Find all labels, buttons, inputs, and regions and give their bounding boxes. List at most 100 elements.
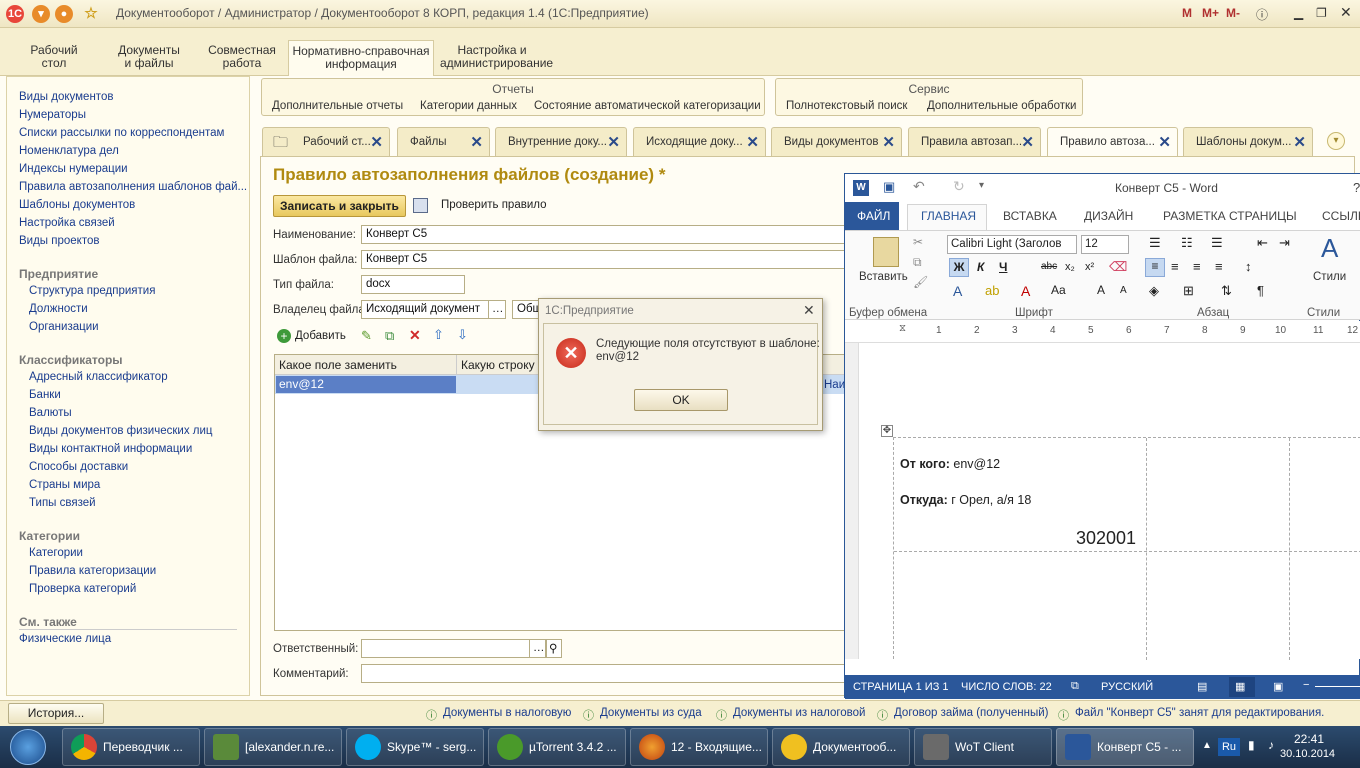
move-down-icon[interactable]: ⇩ — [457, 327, 468, 343]
section-admin[interactable]: Настройка и администрирование — [440, 44, 553, 70]
taskbar-item[interactable]: Конверт С5 - ... — [1056, 728, 1194, 766]
taskbar-item[interactable]: µTorrent 3.4.2 ... — [488, 728, 626, 766]
check-rule-button[interactable]: Проверить правило — [441, 199, 547, 211]
history-link[interactable]: Документы из суда — [600, 707, 702, 719]
nav-link[interactable]: Способы доставки — [29, 461, 128, 473]
superscript-icon[interactable]: x² — [1085, 261, 1094, 273]
nav-link[interactable]: Правила категоризации — [29, 565, 156, 577]
save-icon[interactable]: ▣ — [883, 179, 895, 195]
multilevel-list-icon[interactable]: ☰ — [1211, 235, 1223, 251]
indent-marker-icon[interactable]: ⧖ — [899, 323, 906, 334]
table-cell[interactable]: env@12 — [276, 376, 456, 393]
tab-doc-templates[interactable]: Шаблоны докум... ✕ — [1183, 127, 1313, 156]
nav-link[interactable]: Настройка связей — [19, 217, 115, 229]
help-icon[interactable]: ? — [1353, 180, 1360, 195]
memory-plus-button[interactable]: M+ — [1202, 6, 1219, 20]
close-tab-icon[interactable]: ✕ — [1293, 133, 1306, 151]
column-header[interactable]: Какое поле заменить — [279, 358, 397, 372]
align-center-icon[interactable]: ≡ — [1171, 259, 1179, 274]
pilcrow-icon[interactable]: ¶ — [1257, 283, 1264, 298]
sort-icon[interactable]: ⇅ — [1221, 283, 1232, 299]
web-layout-icon[interactable]: ▣ — [1273, 680, 1283, 693]
format-painter-icon[interactable]: 🖌 — [913, 275, 928, 289]
grow-font-icon[interactable]: A — [1097, 283, 1105, 297]
history-link[interactable]: Договор займа (полученный) — [894, 707, 1048, 719]
highlight-icon[interactable]: ab — [985, 283, 999, 298]
service-link[interactable]: Дополнительные обработки — [927, 100, 1076, 112]
move-up-icon[interactable]: ⇧ — [433, 327, 444, 343]
nav-link[interactable]: Типы связей — [29, 497, 96, 509]
shading-icon[interactable]: ◈ — [1149, 283, 1159, 299]
network-icon[interactable]: ▮ — [1248, 738, 1255, 752]
word-tab-insert[interactable]: ВСТАВКА — [1003, 209, 1057, 223]
report-link[interactable]: Состояние автоматической категоризации — [534, 100, 761, 112]
close-tab-icon[interactable]: ✕ — [470, 133, 483, 151]
service-link[interactable]: Полнотекстовый поиск — [786, 100, 907, 112]
responsible-field[interactable] — [361, 639, 531, 658]
taskbar-item[interactable]: Переводчик ... — [62, 728, 200, 766]
font-size-select[interactable]: 12 — [1081, 235, 1129, 254]
italic-icon[interactable]: К — [977, 260, 984, 274]
clock-date[interactable]: 30.10.2014 — [1280, 748, 1335, 760]
ok-button[interactable]: OK — [634, 389, 728, 411]
nav-link[interactable]: Шаблоны документов — [19, 199, 135, 211]
nav-link[interactable]: Правила автозаполнения шаблонов фай... — [19, 181, 247, 193]
paste-button[interactable]: Вставить — [859, 271, 908, 283]
styles-button[interactable]: Стили — [1313, 271, 1346, 283]
zoom-slider[interactable] — [1315, 686, 1360, 687]
section-documents[interactable]: Документы и файлы — [110, 44, 188, 70]
nav-link[interactable]: Валюты — [29, 407, 72, 419]
taskbar-item[interactable]: 12 - Входящие... — [630, 728, 768, 766]
circle-icon[interactable]: ● — [55, 5, 73, 23]
owner-select-button[interactable]: … — [488, 300, 506, 319]
menu-icon[interactable]: ▾ — [32, 5, 50, 23]
status-page[interactable]: СТРАНИЦА 1 ИЗ 1 — [853, 681, 949, 693]
decrease-indent-icon[interactable]: ⇤ — [1257, 235, 1268, 251]
section-desktop[interactable]: Рабочий стол — [22, 44, 86, 70]
strikethrough-icon[interactable]: abc — [1041, 261, 1057, 272]
tab-files[interactable]: Файлы ✕ — [397, 127, 490, 156]
font-name-select[interactable]: Calibri Light (Заголов — [947, 235, 1077, 254]
quick-access-menu-icon[interactable]: ▾ — [979, 180, 984, 191]
close-tab-icon[interactable]: ✕ — [882, 133, 895, 151]
zoom-out-icon[interactable]: − — [1303, 679, 1309, 691]
taskbar-item[interactable]: Документооб... — [772, 728, 910, 766]
nav-link[interactable]: Списки рассылки по корреспондентам — [19, 127, 224, 139]
nav-link[interactable]: Физические лица — [19, 633, 111, 645]
tab-doc-types[interactable]: Виды документов ✕ — [771, 127, 902, 156]
text-effects-icon[interactable]: A — [953, 283, 962, 299]
subscript-icon[interactable]: x₂ — [1065, 261, 1075, 273]
nav-link[interactable]: Проверка категорий — [29, 583, 136, 595]
numbering-icon[interactable]: ☷ — [1181, 235, 1193, 251]
tray-expand-icon[interactable]: ▲ — [1202, 740, 1212, 751]
copy-icon[interactable]: ⧉ — [385, 328, 394, 344]
nav-link[interactable]: Виды документов — [19, 91, 113, 103]
comment-field[interactable] — [361, 664, 861, 683]
history-button[interactable]: История... — [8, 703, 104, 724]
styles-icon[interactable]: A — [1321, 233, 1338, 264]
nav-link[interactable]: Категории — [29, 547, 83, 559]
tab-internal-docs[interactable]: Внутренние доку... ✕ — [495, 127, 627, 156]
tab-autofill-rule[interactable]: Правило автоза... ✕ — [1047, 127, 1178, 157]
close-tab-icon[interactable]: ✕ — [607, 133, 620, 151]
tab-outgoing-docs[interactable]: Исходящие доку... ✕ — [633, 127, 766, 156]
add-button[interactable]: Добавить — [295, 330, 346, 342]
tab-desktop[interactable]: 🗀 Рабочий ст... ✕ — [262, 127, 390, 156]
word-tab-design[interactable]: ДИЗАЙН — [1084, 209, 1133, 223]
responsible-select-button[interactable]: … — [529, 639, 546, 658]
line-spacing-icon[interactable]: ↕ — [1245, 259, 1252, 274]
section-reference-info[interactable]: Нормативно-справочная информация — [288, 40, 434, 76]
section-collaboration[interactable]: Совместная работа — [203, 44, 281, 70]
bullets-icon[interactable]: ☰ — [1149, 235, 1161, 251]
justify-icon[interactable]: ≡ — [1215, 259, 1223, 274]
redo-icon[interactable]: ↻ — [953, 178, 965, 195]
align-right-icon[interactable]: ≡ — [1193, 259, 1201, 274]
nav-link[interactable]: Банки — [29, 389, 61, 401]
clear-format-icon[interactable]: ⌫ — [1109, 259, 1127, 275]
nav-link[interactable]: Нумераторы — [19, 109, 86, 121]
history-link[interactable]: Документы в налоговую — [443, 707, 571, 719]
language-indicator[interactable]: Ru — [1218, 738, 1240, 756]
memory-button[interactable]: M — [1182, 6, 1192, 20]
report-link[interactable]: Дополнительные отчеты — [272, 100, 403, 112]
close-icon[interactable]: ✕ — [803, 302, 815, 319]
